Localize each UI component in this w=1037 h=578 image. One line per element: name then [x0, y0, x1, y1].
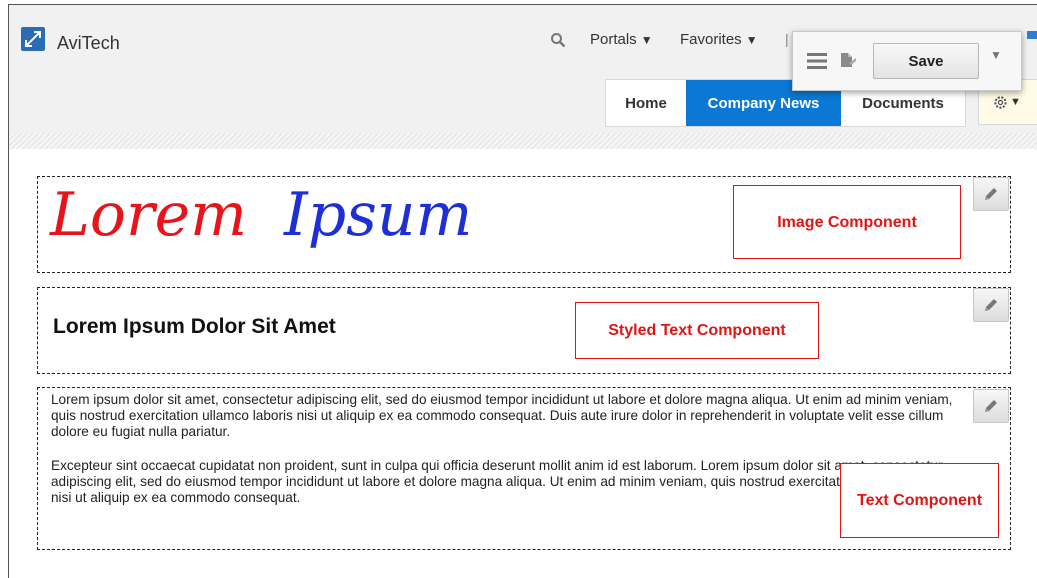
lorem-ipsum-image: Lorem Ipsum	[49, 180, 472, 250]
gear-icon	[994, 95, 1007, 109]
header-accent	[1027, 31, 1037, 39]
favorites-menu[interactable]: Favorites ▼	[680, 31, 758, 48]
ipsum-word: Ipsum	[283, 180, 472, 250]
edit-image-button[interactable]	[973, 177, 1009, 211]
edit-styled-text-button[interactable]	[973, 288, 1009, 322]
lorem-word: Lorem	[49, 180, 247, 250]
pencil-icon	[985, 400, 997, 412]
header-divider	[9, 133, 1037, 149]
portals-menu[interactable]: Portals ▼	[590, 31, 653, 48]
edit-toolbar-popup: Save ▼	[792, 31, 1022, 91]
app-window: AviTech Portals ▼ Favorites ▼ | Home Compa…	[8, 4, 1037, 578]
favorites-label: Favorites	[680, 31, 742, 48]
app-logo-icon[interactable]	[21, 27, 45, 51]
pencil-icon	[985, 188, 997, 200]
search-icon[interactable]	[550, 32, 566, 53]
tab-home[interactable]: Home	[606, 80, 686, 126]
chevron-down-icon[interactable]: ▼	[990, 48, 1002, 62]
page-properties-icon[interactable]	[839, 52, 857, 75]
image-component-annotation: Image Component	[733, 185, 961, 259]
menu-icon[interactable]	[807, 52, 827, 75]
portals-label: Portals	[590, 31, 637, 48]
chevron-down-icon: ▼	[640, 33, 653, 47]
text-component-annotation: Text Component	[840, 463, 999, 538]
save-button[interactable]: Save	[873, 43, 979, 79]
styled-text-annotation: Styled Text Component	[575, 302, 819, 359]
paragraph: Lorem ipsum dolor sit amet, consectetur …	[51, 392, 953, 440]
text-component-body: Lorem ipsum dolor sit amet, consectetur …	[51, 392, 975, 542]
app-title[interactable]: AviTech	[57, 33, 120, 54]
styled-heading: Lorem Ipsum Dolor Sit Amet	[53, 315, 336, 338]
nav-separator: |	[785, 31, 789, 47]
chevron-down-icon: ▼	[1010, 96, 1021, 108]
pencil-icon	[985, 299, 997, 311]
paragraph: Excepteur sint occaecat cupidatat non pr…	[51, 457, 953, 506]
chevron-down-icon: ▼	[745, 33, 758, 47]
edit-text-button[interactable]	[973, 389, 1009, 423]
